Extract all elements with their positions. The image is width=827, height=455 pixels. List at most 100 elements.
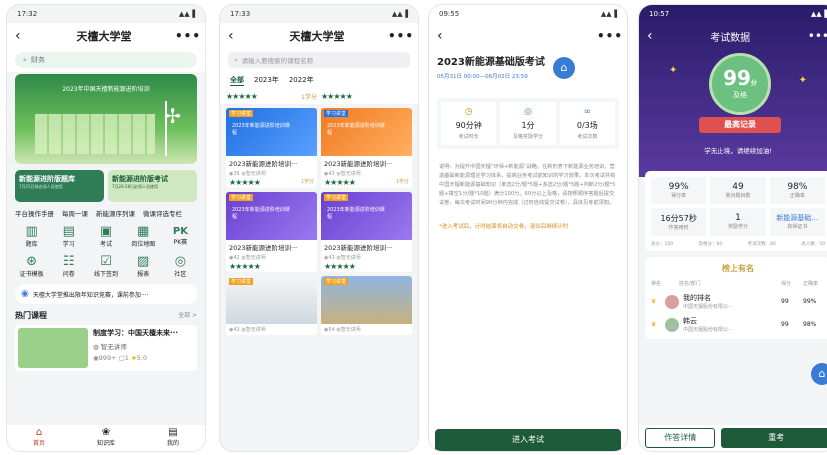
community-icon: ◎ [174,254,187,269]
answer-detail-button[interactable]: 作答详情 [645,428,716,448]
status-time: 17:33 [230,10,251,18]
grid-item-pk[interactable]: PK PK赛 [162,224,199,248]
retake-button[interactable]: 重考 [721,428,827,448]
page-title: 天檀大学堂 [76,30,132,43]
course-card[interactable]: 学习讲堂 2023年新能源进阶培训课程 2023新能源进阶培训··· ◉43 ◍… [321,192,412,272]
grid-item-map[interactable]: ▦ 岗位地图 [125,224,162,248]
stat-credit: 1 奖励学分 [710,208,766,236]
ranking-panel: 榜上有名 排名 姓名/部门 得分 正确率 ♛ 我的排名 中国天檀股份有限公··· 99 9… [645,257,827,339]
banner-image[interactable]: 2023年中国天檀新能源进阶培训 ✢ [15,74,197,164]
back-icon[interactable]: ‹ [647,28,653,44]
tab-micro[interactable]: 微课评选专栏 [143,208,182,218]
score-header: 10:57 ▲▲▐ ‹ 考试数据 ••• 99分 及格 最高记录 ✦ ✦ 学无止境… [639,5,827,177]
report-icon: ▨ [137,254,150,269]
stat-accuracy: 98% 正确率 [769,177,825,204]
sparkle-icon: ✦ [669,65,678,76]
checkin-icon: ☑ [100,254,112,269]
rank-row[interactable]: ♛ 韩云 中国天檀股份有限公··· 99 98% [651,316,825,333]
course-card[interactable]: 学习讲堂 2023年新能源进阶培训课程 2023新能源进阶培训··· ◉36 ◍… [226,108,317,188]
course-thumb: 学习讲堂 2023年新能源进阶培训课程 [226,192,317,240]
avatar [665,294,679,309]
avatar [665,317,679,332]
filter-2023[interactable]: 2023年 [254,75,279,86]
knowledge-icon: ❀ [101,427,111,438]
tab-newenergy[interactable]: 新能源序列课 [96,208,135,218]
status-time: 09:55 [439,10,460,18]
back-icon[interactable]: ‹ [228,28,246,44]
ranking-title: 榜上有名 [722,264,754,273]
course-card[interactable]: 学习讲堂 2023年新能源进阶培训课程 2023新能源进阶培训··· ◉42 ◍… [226,192,317,272]
year-filter: 全部 2023年 2022年 [220,72,418,89]
search-input[interactable]: ⌕ 请输入要搜索的课程名称 [228,52,410,68]
filter-2022[interactable]: 2022年 [289,75,314,86]
tab-manual[interactable]: 平台操作手册 [15,208,54,218]
grid-item-report[interactable]: ▨ 报表 [125,254,162,278]
more-icon[interactable]: ••• [597,29,622,43]
grid-item-community[interactable]: ◎ 社区 [162,254,199,278]
book-open-icon: ▤ [62,224,75,239]
grid-item-certificate[interactable]: ⊛ 证书模板 [13,254,50,278]
status-time: 17:32 [17,10,38,18]
exam-warning: *进入考试后，计时结束将自动交卷，退出后继续计时 [439,224,569,230]
pk-icon: PK [172,226,188,237]
summary-footer: 总分：100 及格分：60 考试次数：80 总人数：50 [651,242,825,247]
grid-item-survey[interactable]: ☷ 问卷 [50,254,87,278]
home-float-icon[interactable]: ⌂ [811,363,827,385]
section-title: 热门课程 [15,311,47,320]
status-time: 10:57 [649,10,670,18]
home-float-icon[interactable]: ⌂ [553,57,575,79]
stat-time-used: 16分57秒 作答用时 [651,208,707,236]
nav-knowledge[interactable]: ❀ 知识库 [97,427,115,451]
back-icon[interactable]: ‹ [15,28,33,44]
rating-stars: ★★★★★ [321,92,353,101]
more-icon[interactable]: ••• [808,29,827,43]
grid-item-study[interactable]: ▤ 学习 [50,224,87,248]
phone-exam-data: 10:57 ▲▲▐ ‹ 考试数据 ••• 99分 及格 最高记录 ✦ ✦ 学无止境… [638,4,827,452]
ranking-header: 排名 姓名/部门 得分 正确率 [651,281,819,287]
category-tabs: 平台操作手册 每周一课 新能源序列课 微课评选专栏 [15,208,197,218]
stat-certificate[interactable]: 新能源基础… 获得证书 [769,208,825,236]
course-card[interactable]: 学习讲堂 ◉43 ◍智无讲师 [226,276,317,335]
question-bank-card[interactable]: 新能源进阶版题库 7月25日前必须人员使用 [15,170,104,202]
bottom-nav: ⌂ 首页 ❀ 知识库 ▤ 我的 [7,425,205,451]
see-all-link[interactable]: 全部 > [178,310,197,321]
grid-item-checkin[interactable]: ☑ 线下签到 [87,254,124,278]
back-icon[interactable]: ‹ [437,28,455,44]
medal-icon: ♛ [651,298,657,305]
exam-card[interactable]: 新能源进阶版考试 7月26·28日必须人员使用 [108,170,197,202]
loop-icon: ∞ [583,107,592,117]
course-thumb: 学习讲堂 [226,276,317,324]
course-card[interactable]: 学习讲堂 ◉54 ◍智无讲师 [321,276,412,335]
action-bar: 作答详情 重考 [639,425,827,451]
search-input[interactable]: ⌕ 财务 [15,52,197,68]
rating-stars: ★★★★★ [229,178,261,187]
filter-all[interactable]: 全部 [230,75,244,86]
course-card[interactable]: 学习讲堂 2023年新能源进阶培训课程 2023新能源进阶培训··· ◉43 ◍… [321,108,412,188]
page-title: 天檀大学堂 [289,30,345,43]
enter-exam-button[interactable]: 进入考试 [435,429,621,451]
medal-icon: ♛ [651,321,657,328]
check-circle-icon: ◎ [524,107,532,117]
rank-row[interactable]: ♛ 我的排名 中国天檀股份有限公··· 99 99% [651,293,825,310]
course-thumb: 学习讲堂 2023年新能源进阶培训课程 [321,108,412,156]
rating-stars: ★★★★★ [324,178,356,187]
search-icon: ⌕ [23,55,27,64]
course-item[interactable]: 制度学习：中国天檀未来··· ◍ 智无讲师 ◉999+ ▢1 ★5.0 [15,325,197,371]
rating-stars: ★★★★★ [324,262,356,271]
survey-icon: ☷ [62,254,75,269]
stat-duration: ◷ 90分钟 考试时长 [441,102,497,145]
nav-mine[interactable]: ▤ 我的 [167,427,179,451]
phone-course-list: 17:33 ▲▲▐ ‹ 天檀大学堂 ••• ⌕ 请输入要搜索的课程名称 全部 202… [219,4,419,452]
clock-icon: ◷ [464,107,473,117]
books-icon: ▥ [25,224,38,239]
course-thumb [18,328,88,368]
windmill-icon: ✢ [164,104,181,128]
more-icon[interactable]: ••• [388,29,413,43]
user-icon: ◍ [93,343,99,351]
nav-home[interactable]: ⌂ 首页 [33,427,45,451]
more-icon[interactable]: ••• [175,29,200,43]
grid-item-questions[interactable]: ▥ 题库 [13,224,50,248]
tab-weekly[interactable]: 每周一课 [62,208,88,218]
notice-bar[interactable]: ◉ 天檀大学堂推出限年知识竞赛，课前参加···· [15,284,197,304]
grid-item-exam[interactable]: ▣ 考试 [87,224,124,248]
